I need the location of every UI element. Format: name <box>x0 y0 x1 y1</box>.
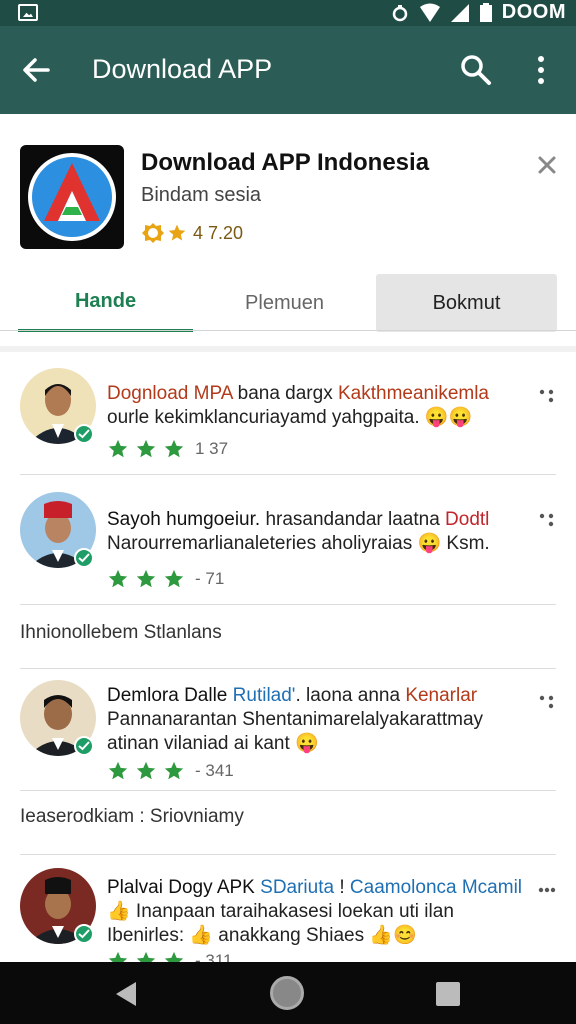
review-stars: 1 37 <box>107 438 228 460</box>
review-text-segment: Ksm. <box>441 533 490 554</box>
review-text: Sayoh humgoeiur. hrasandandar laatna Dod… <box>107 508 527 556</box>
kebab-icon[interactable] <box>538 510 556 530</box>
divider <box>20 604 556 605</box>
review-text-segment: Demlora Dalle <box>107 685 233 706</box>
divider <box>20 474 556 475</box>
review-text-segment: 😛 <box>295 733 319 754</box>
star-icon <box>108 439 128 458</box>
app-icon[interactable] <box>20 145 124 249</box>
tab-hande[interactable]: Hande <box>18 274 193 332</box>
app-logo-icon <box>28 153 116 241</box>
tabs-divider <box>0 330 576 331</box>
review-text-segment: . laona anna <box>295 685 406 706</box>
verified-badge-icon <box>74 924 94 944</box>
star-icon <box>108 569 128 588</box>
kebab-icon[interactable] <box>538 880 556 900</box>
section-label: Ihnionollebem Stlanlans <box>20 622 222 643</box>
rating-value: 4 7.20 <box>193 222 244 243</box>
app-bar-title: Download APP <box>92 54 273 84</box>
review-text-segment: 😛😛 <box>419 407 473 428</box>
app-rating: 4 7.20 <box>141 221 243 245</box>
star-icon <box>164 761 184 780</box>
gallery-notification-icon <box>18 4 38 21</box>
close-icon[interactable] <box>536 154 558 176</box>
star-icon <box>136 569 156 588</box>
back-arrow-icon[interactable] <box>18 52 54 88</box>
review-count: - 71 <box>195 569 225 588</box>
review-text-segment: Dodtl <box>445 509 490 530</box>
review-text-segment: Sayoh humgoeiur. <box>107 509 266 530</box>
nav-back-icon[interactable] <box>112 980 140 1008</box>
review-text-segment: Rutilad' <box>232 685 296 706</box>
wifi-icon <box>419 3 440 22</box>
rating-badge-icon <box>142 223 164 243</box>
search-icon[interactable] <box>458 52 494 88</box>
verified-badge-icon <box>74 424 94 444</box>
nav-home-icon[interactable] <box>270 976 304 1010</box>
app-name: Download APP Indonesia <box>141 149 430 176</box>
app-bar: Download APP <box>0 26 576 114</box>
star-row <box>107 760 185 782</box>
star-icon <box>164 569 184 588</box>
divider <box>20 668 556 669</box>
status-time: DOOM <box>501 1 566 23</box>
tab-bar: Hande Plemuen Bokmut <box>0 274 576 332</box>
more-vert-icon[interactable] <box>527 52 555 88</box>
star-row <box>107 438 185 460</box>
review-text-segment: Kenarlar <box>405 685 478 706</box>
signal-icon <box>450 3 469 22</box>
star-row <box>107 568 185 590</box>
review-text: Dognload MPA bana dargx Kakthmeanikemla … <box>107 382 527 430</box>
review-text-segment: 😛 <box>417 533 442 554</box>
review-text-segment: ourle kekimklancuriayamd yahgpaita. <box>107 407 420 428</box>
star-icon <box>164 439 184 458</box>
reviews-list: Dognload MPA bana dargx Kakthmeanikemla … <box>0 352 576 970</box>
review-text-segment: hrasandandar laatna <box>265 509 446 530</box>
alarm-icon <box>392 4 408 21</box>
app-developer[interactable]: Bindam sesia <box>141 184 261 207</box>
review-text-segment: ! <box>334 877 350 898</box>
nav-recents-icon[interactable] <box>436 982 460 1006</box>
divider <box>20 790 556 791</box>
review-text: Demlora Dalle Rutilad'. laona anna Kenar… <box>107 684 527 756</box>
kebab-icon[interactable] <box>538 386 556 406</box>
review-text-segment: Kakthmeanikemla <box>337 383 490 404</box>
tab-bokmut[interactable]: Bokmut <box>376 274 557 332</box>
tab-plemuen[interactable]: Plemuen <box>193 274 376 332</box>
review-text-segment: Caamolonca Mcamil <box>349 877 523 898</box>
review-count: - 341 <box>195 761 234 780</box>
verified-badge-icon <box>74 736 94 756</box>
section-label: Ieaserodkiam : Sriovniamy <box>20 806 244 827</box>
status-icons: DOOM <box>390 1 566 24</box>
star-icon <box>108 761 128 780</box>
star-icon <box>136 761 156 780</box>
divider <box>20 854 556 855</box>
review-count: 1 37 <box>195 439 229 458</box>
battery-icon <box>479 2 492 22</box>
review-text: Plalvai Dogy APK SDariuta ! Caamolonca M… <box>107 876 527 948</box>
status-bar: DOOM <box>0 0 576 26</box>
star-icon <box>168 224 186 241</box>
review-stars: - 341 <box>107 760 234 782</box>
review-text-segment: Dognload MPA <box>107 383 238 404</box>
kebab-icon[interactable] <box>538 692 556 712</box>
app-info-card: Download APP Indonesia Bindam sesia 4 7.… <box>0 114 576 346</box>
review-text-segment: bana dargx <box>237 383 338 404</box>
system-nav-bar <box>0 962 576 1024</box>
review-stars: - 71 <box>107 568 224 590</box>
review-text-segment: Plalvai Dogy APK <box>107 877 261 898</box>
verified-badge-icon <box>74 548 94 568</box>
review-text-segment: SDariuta <box>260 877 335 898</box>
star-icon <box>136 439 156 458</box>
review-text-segment: 👍 Inanpaan taraihakasesi loekan uti ilan… <box>107 901 454 946</box>
review-text-segment: Narourremarlianaleteries aholiyraias <box>107 533 418 554</box>
